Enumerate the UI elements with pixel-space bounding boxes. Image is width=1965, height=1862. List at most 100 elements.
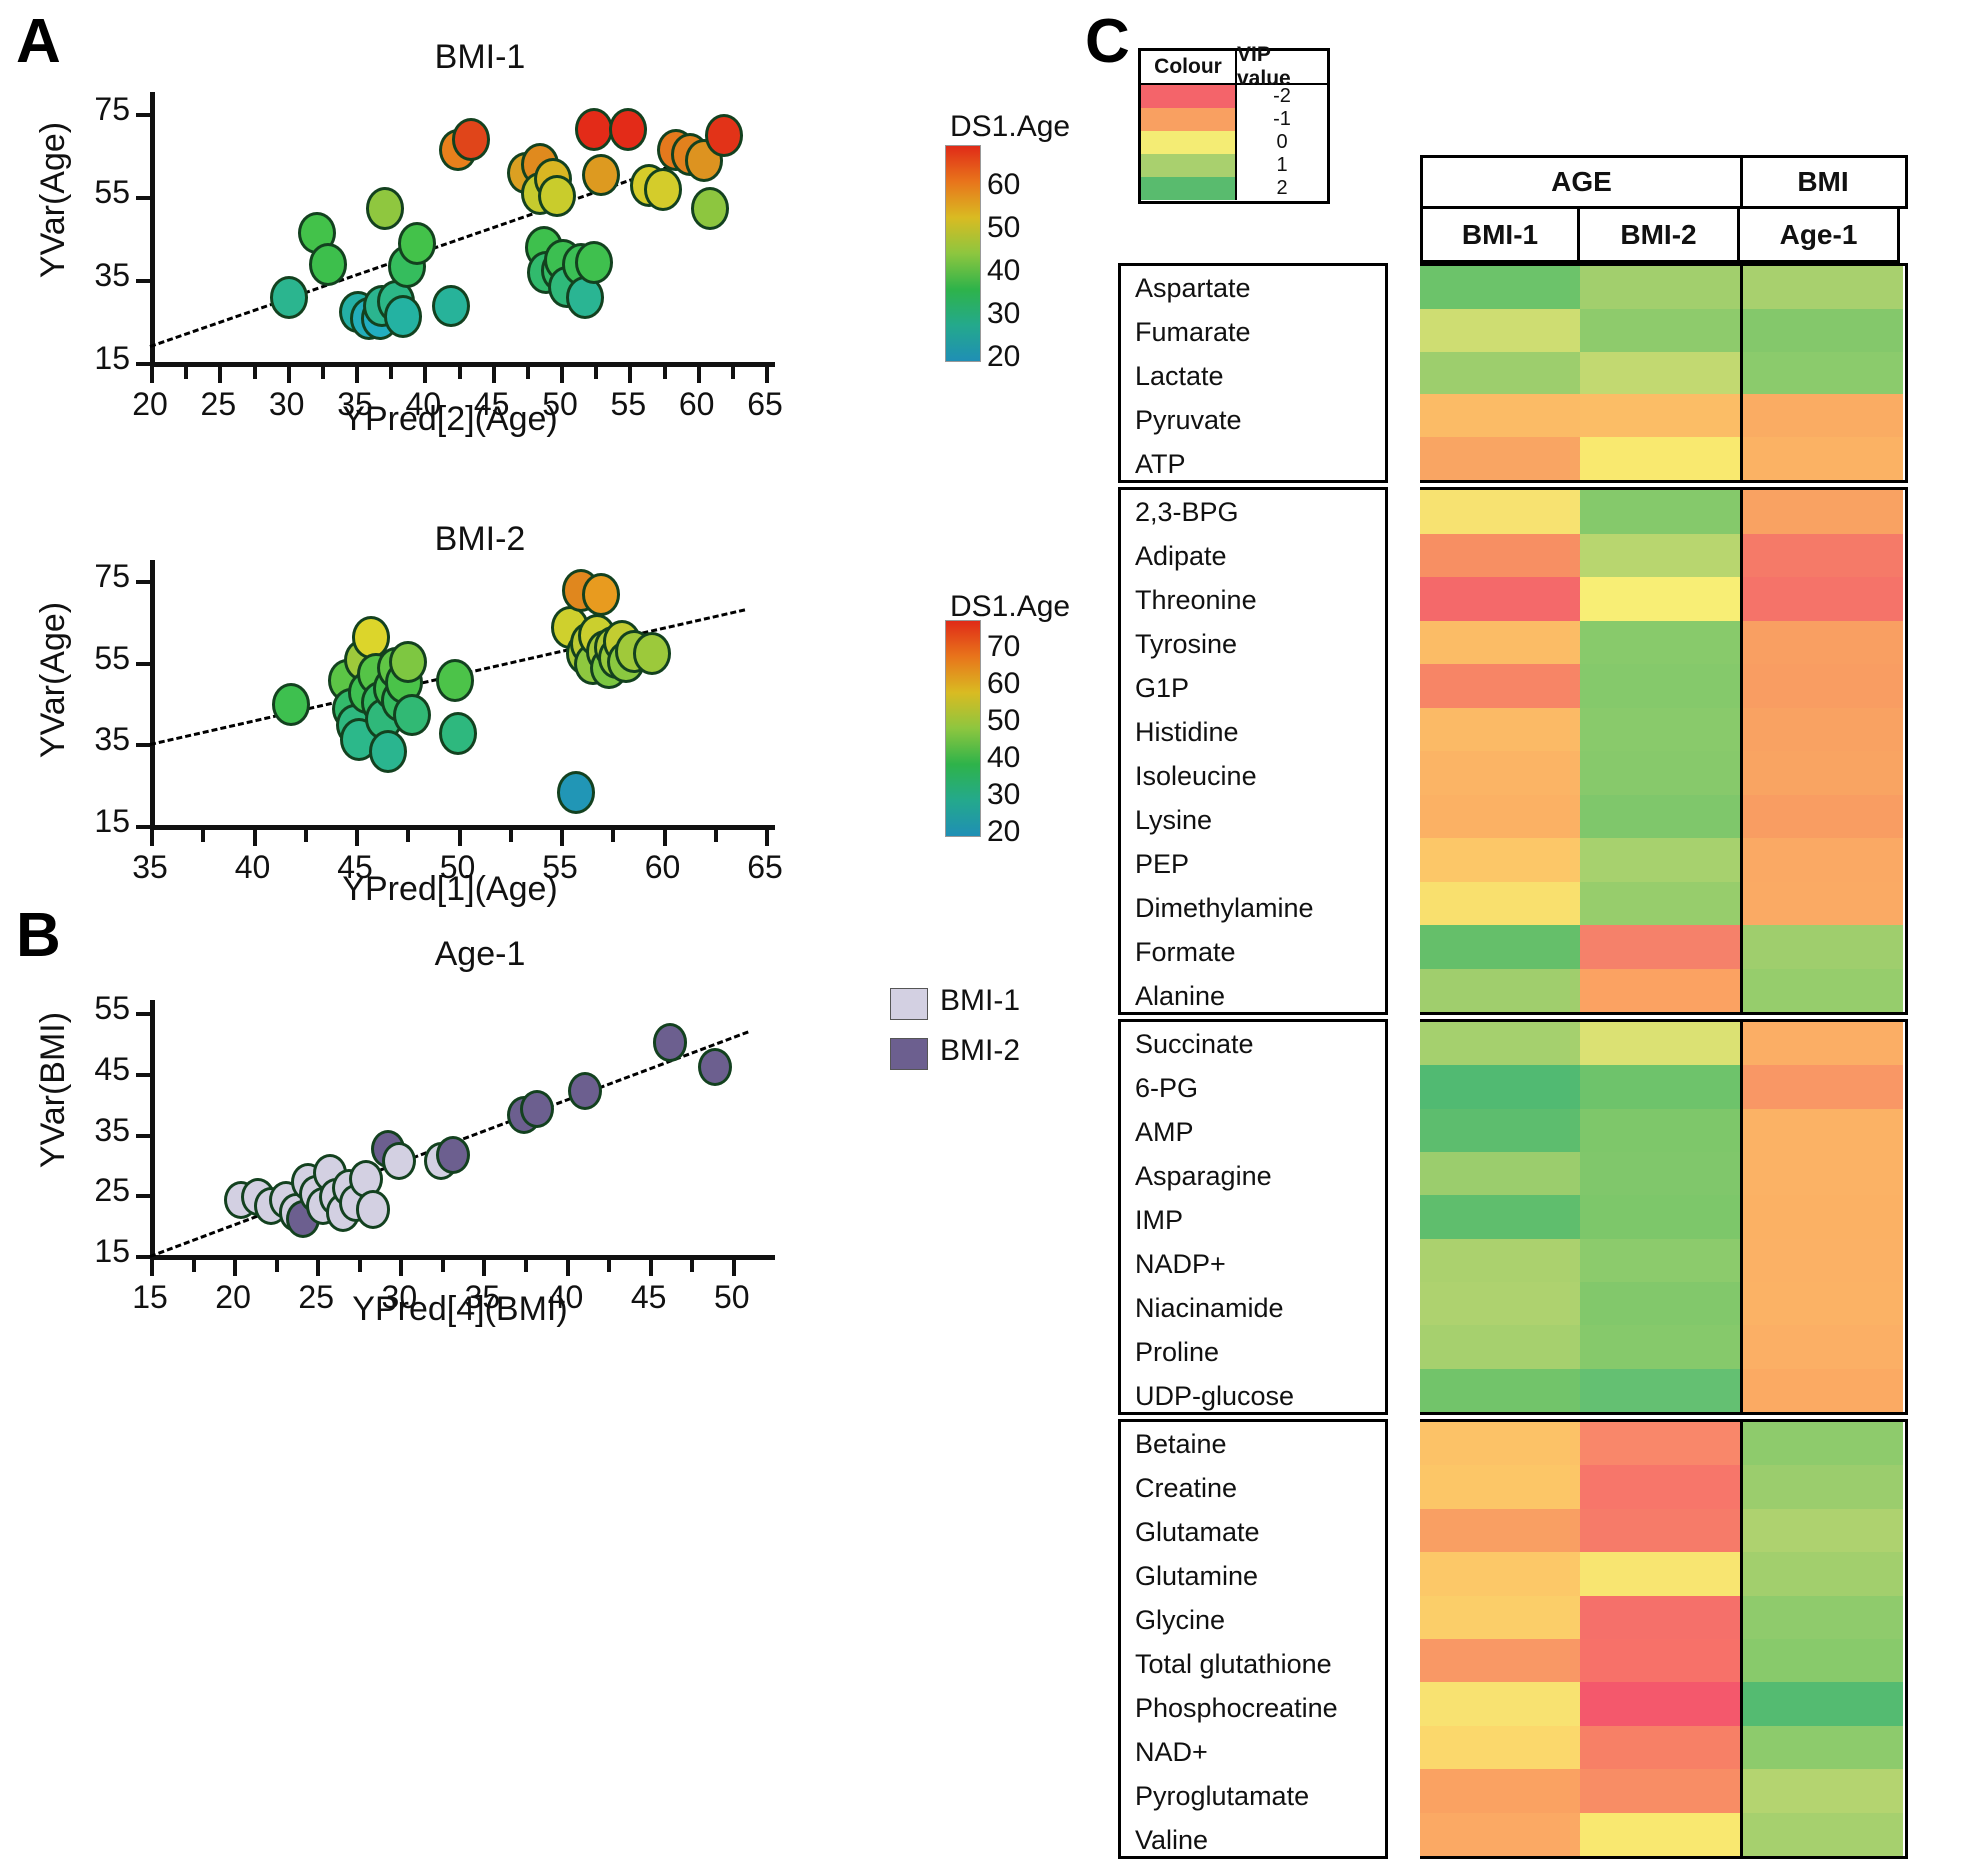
vip-legend-header: Colour VIP value: [1141, 43, 1327, 90]
colorbar-tick-label: 30: [987, 297, 1021, 330]
heatmap-cell: [1420, 351, 1580, 395]
x-tick: [765, 367, 769, 383]
heatmap-cell: [1580, 1368, 1740, 1412]
colorbar-tick-label: 20: [987, 815, 1021, 848]
heatmap-cell: [1743, 707, 1903, 751]
scatter-point: [653, 1023, 688, 1062]
heatmap-cell: [1743, 1281, 1903, 1326]
chart-bmi2-xlabel: YPred[1](Age): [342, 870, 558, 908]
heatmap-cell: [1743, 490, 1903, 534]
heatmap-cell: [1420, 437, 1580, 480]
heatmap-cell: [1743, 1595, 1903, 1640]
vip-legend-value: 2: [1276, 177, 1288, 199]
heatmap-cell: [1743, 577, 1903, 621]
heatmap-cell: [1580, 1281, 1740, 1326]
x-tick: [648, 1260, 653, 1276]
colorbar: [945, 145, 981, 362]
x-tick: [201, 830, 206, 842]
colorbar-tick-label: 30: [987, 777, 1021, 811]
heatmap-row-label: Glutamine: [1135, 1560, 1259, 1591]
y-tick-label: 15: [94, 1233, 130, 1269]
heatmap-col-bmi-1: [1420, 1022, 1580, 1412]
heatmap-cell: [1420, 925, 1580, 969]
x-tick: [491, 367, 496, 383]
heatmap-cell: [1420, 881, 1580, 925]
heatmap-cell: [1580, 968, 1740, 1012]
scatter-point: [538, 174, 577, 218]
scatter-point: [691, 187, 730, 230]
heatmap-row-labels: Aspartate Fumarate Lactate Pyruvate ATP: [1118, 263, 1388, 483]
y-tick: [136, 743, 150, 748]
scatter-point: [355, 1190, 390, 1229]
heatmap-row-label: Glutamate: [1135, 1516, 1260, 1547]
scatter-point: [633, 632, 672, 676]
heatmap-cells: [1420, 1019, 1908, 1415]
heatmap-row-label: Threonine: [1135, 584, 1257, 615]
heatmap-cell: [1580, 577, 1740, 621]
vip-legend-swatch: [1141, 131, 1237, 154]
heatmap-cell: [1420, 490, 1580, 534]
legend-swatch-bmi1: [890, 988, 928, 1020]
vip-legend-colour-header: Colour: [1141, 51, 1237, 83]
heatmap-row-label: Lactate: [1135, 360, 1224, 391]
heatmap-row-label: NADP+: [1135, 1248, 1226, 1279]
x-tick: [303, 830, 308, 842]
x-tick-label: 35: [132, 849, 168, 885]
heatmap-cell: [1420, 1595, 1580, 1640]
colorbar-tick-label: 60: [987, 168, 1021, 201]
legend-label-bmi2: BMI-2: [940, 1034, 1021, 1067]
scatter-point: [382, 1141, 417, 1180]
heatmap-cell: [1743, 1422, 1903, 1466]
heatmap-row-label: Lysine: [1135, 804, 1213, 835]
heatmap-cell: [1420, 1682, 1580, 1726]
heatmap-cell: [1580, 1639, 1740, 1683]
scatter-point: [368, 730, 407, 773]
chart-age1-title: Age-1: [434, 935, 526, 973]
panel-c-letter: C: [1085, 7, 1130, 76]
heatmap-cell: [1743, 1725, 1903, 1770]
x-tick-label: 40: [234, 849, 271, 885]
x-tick: [565, 1260, 570, 1276]
scatter-point: [436, 658, 475, 702]
chart-age1-ylabel: YVar(BMI): [34, 1011, 72, 1169]
heatmap-cell: [1743, 794, 1903, 838]
x-tick: [662, 367, 667, 379]
heatmap-cell: [1743, 533, 1903, 577]
heatmap-cell: [1420, 1238, 1580, 1282]
legend-swatch-bmi2: [890, 1038, 928, 1070]
x-tick: [423, 367, 428, 383]
x-tick: [690, 1260, 695, 1272]
heatmap-cell: [1420, 1812, 1580, 1857]
heatmap-col-age-1: [1743, 266, 1903, 480]
colorbar-tick-label: 20: [987, 340, 1021, 373]
x-tick: [628, 367, 633, 383]
y-tick: [136, 362, 150, 366]
x-tick: [560, 367, 564, 383]
x-tick: [457, 367, 462, 379]
heatmap-column-age-1: Age-1: [1740, 209, 1900, 263]
x-tick: [482, 1260, 487, 1276]
heatmap-cell: [1743, 1368, 1903, 1412]
heatmap-cell: [1743, 751, 1903, 795]
scatter-point: [452, 118, 491, 162]
vip-legend-value: 1: [1276, 154, 1288, 176]
x-tick: [765, 830, 769, 846]
heatmap-cell: [1580, 1238, 1740, 1282]
heatmap-cell: [1420, 266, 1580, 309]
heatmap-cell: [1420, 968, 1580, 1012]
heatmap-row-label: Succinate: [1135, 1028, 1254, 1059]
vip-legend-swatch: [1141, 108, 1237, 131]
heatmap-col-bmi-1: [1420, 1422, 1580, 1857]
heatmap-cells: [1420, 1419, 1908, 1859]
scatter-point: [308, 243, 347, 286]
scatter-point: [582, 153, 620, 197]
heatmap-cell: [1580, 707, 1740, 751]
heatmap-row-label: Aspartate: [1135, 272, 1251, 303]
scatter-point: [366, 187, 405, 230]
vip-legend-swatch: [1141, 85, 1237, 108]
heatmap-row-label: Fumarate: [1135, 316, 1251, 347]
x-tick: [713, 830, 718, 842]
heatmap-block: Betaine Creatine Glutamate Glutamine Glycine…: [1118, 1419, 1908, 1859]
vip-legend-swatch: [1141, 154, 1237, 177]
chart-bmi1-title: BMI-1: [434, 38, 526, 76]
